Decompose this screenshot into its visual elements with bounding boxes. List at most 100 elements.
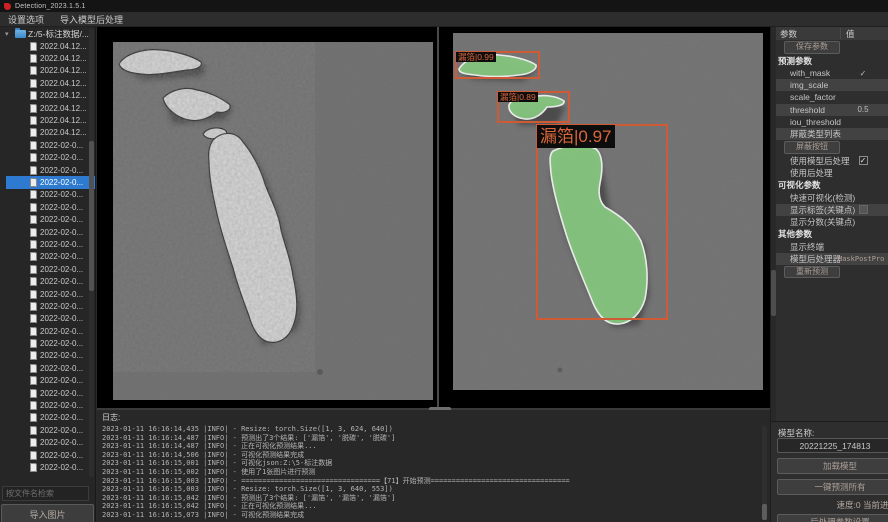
tree-item-label: 2022-02-0... [40, 351, 83, 360]
caret-down-icon[interactable]: ▾ [5, 30, 13, 38]
param-label: iou_threshold [776, 117, 841, 127]
tree-item-label: 2022.04.12... [40, 91, 87, 100]
file-icon [30, 364, 37, 373]
mask-types-button[interactable]: 屏蔽按钮 [784, 141, 840, 154]
tree-item[interactable]: 2022-02-0... [6, 313, 95, 325]
tree-item[interactable]: 2022-02-0... [6, 387, 95, 399]
tree-item[interactable]: 2022-02-0... [6, 139, 95, 151]
menu-item-1[interactable]: 设置选项 [8, 13, 44, 26]
import-images-button[interactable]: 导入图片 [1, 504, 94, 522]
tree-item[interactable]: 2022.04.12... [6, 77, 95, 89]
param-row[interactable]: 模型后处理器MaskPostPro [776, 253, 888, 265]
param-row[interactable]: 使用模型后处理✓ [776, 155, 888, 167]
tree-root-folder[interactable]: ▾ Z:/5-标注数据/... [0, 27, 95, 40]
param-label: 显示分数(关键点) [776, 216, 855, 228]
title-bar: Detection_2023.1.5.1 [0, 0, 888, 12]
source-image-panel[interactable] [113, 42, 433, 400]
param-row[interactable]: threshold0.5 [776, 104, 888, 116]
tree-item[interactable]: 2022-02-0... [6, 325, 95, 337]
file-icon [30, 438, 37, 447]
tree-item[interactable]: 2022-02-0... [6, 164, 95, 176]
detection-label: 漏箔|0.89 [498, 92, 538, 102]
log-line: 2023-01-11 16:16:14,487 |INFO| - 预测出了3个结… [102, 434, 770, 443]
tree-scrollbar-thumb[interactable] [89, 141, 94, 291]
app-icon [4, 3, 11, 10]
postprocess-settings-button[interactable]: 后处理参数设置 [777, 514, 888, 522]
param-row[interactable]: 快速可视化(检测) [776, 192, 888, 204]
tree-item[interactable]: 2022-02-0... [6, 300, 95, 312]
tree-item[interactable]: 2022-02-0... [6, 461, 95, 473]
tree-item-label: 2022-02-0... [40, 240, 83, 249]
param-row[interactable]: with_mask✓ [776, 67, 888, 79]
log-output[interactable]: 2023-01-11 16:16:14,435 |INFO| - Resize:… [102, 425, 770, 520]
tree-item[interactable]: 2022.04.12... [6, 65, 95, 77]
detection-box [536, 124, 668, 320]
param-row[interactable]: 显示标签(关键点) [776, 204, 888, 216]
tree-item[interactable]: 2022-02-0... [6, 362, 95, 374]
tree-item[interactable]: 2022.04.12... [6, 102, 95, 114]
tree-item[interactable]: 2022-02-0... [6, 275, 95, 287]
tree-item-label: 2022.04.12... [40, 116, 87, 125]
viewer-divider [437, 27, 439, 408]
param-row[interactable]: 显示终端 [776, 241, 888, 253]
log-line: 2023-01-11 16:16:15,002 |INFO| - 使用了1张图片… [102, 468, 770, 477]
source-image [113, 42, 433, 400]
tree-root-label: Z:/5-标注数据/... [28, 28, 89, 40]
tree-item[interactable]: 2022-02-0... [6, 412, 95, 424]
file-icon [30, 327, 37, 336]
predict-all-button[interactable]: 一键预测所有 [777, 479, 888, 495]
save-params-button[interactable]: 保存参数 [784, 41, 840, 54]
tree-item[interactable]: 2022-02-0... [6, 399, 95, 411]
tree-item[interactable]: 2022-02-0... [6, 337, 95, 349]
tree-item[interactable]: 2022-02-0... [6, 226, 95, 238]
filename-search-input[interactable] [2, 486, 89, 501]
checkbox[interactable]: ✓ [859, 156, 868, 165]
tree-item[interactable]: 2022.04.12... [6, 90, 95, 102]
tree-item-label: 2022-02-0... [40, 314, 83, 323]
tree-item[interactable]: 2022-02-0... [6, 176, 95, 188]
tree-item-label: 2022-02-0... [40, 302, 83, 311]
log-line: 2023-01-11 16:16:15,003 |INFO| - Resize:… [102, 485, 770, 494]
tree-item[interactable]: 2022-02-0... [6, 424, 95, 436]
param-row[interactable]: img_scale [776, 79, 888, 91]
tree-item[interactable]: 2022.04.12... [6, 127, 95, 139]
tree-item[interactable]: 2022-02-0... [6, 449, 95, 461]
tree-item[interactable]: 2022.04.12... [6, 40, 95, 52]
tree-item[interactable]: 2022-02-0... [6, 288, 95, 300]
tree-item[interactable]: 2022.04.12... [6, 52, 95, 64]
menu-item-2[interactable]: 导入模型后处理 [60, 13, 123, 26]
prediction-image-panel[interactable]: 漏箔|0.99漏箔|0.89漏箔|0.97 [453, 33, 763, 390]
tree-item[interactable]: 2022-02-0... [6, 251, 95, 263]
file-icon [30, 79, 37, 88]
tree-item[interactable]: 2022-02-0... [6, 213, 95, 225]
log-line: 2023-01-11 16:16:14,487 |INFO| - 正在可视化预测… [102, 442, 770, 451]
file-icon [30, 463, 37, 472]
model-name-field[interactable]: 20221225_174813 [777, 438, 888, 453]
checkbox[interactable] [859, 205, 868, 214]
param-row[interactable]: scale_factor [776, 91, 888, 103]
tree-scrollbar[interactable] [89, 29, 94, 477]
param-row[interactable]: 使用后处理 [776, 167, 888, 179]
tree-item[interactable]: 2022.04.12... [6, 114, 95, 126]
tree-item[interactable]: 2022-02-0... [6, 201, 95, 213]
tree-item[interactable]: 2022-02-0... [6, 189, 95, 201]
tree-item[interactable]: 2022-02-0... [6, 263, 95, 275]
param-row[interactable]: iou_threshold [776, 116, 888, 128]
tree-item[interactable]: 2022-02-0... [6, 375, 95, 387]
file-icon [30, 451, 37, 460]
tree-item[interactable]: 2022-02-0... [6, 350, 95, 362]
log-scrollbar[interactable] [762, 426, 767, 520]
param-value [838, 205, 888, 214]
file-icon [30, 116, 37, 125]
file-icon [30, 413, 37, 422]
load-model-button[interactable]: 加载模型 [777, 458, 888, 474]
file-tree[interactable]: ▾ Z:/5-标注数据/... 2022.04.12...2022.04.12.… [0, 27, 95, 480]
param-row[interactable]: 显示分数(关键点) [776, 216, 888, 228]
tree-item[interactable]: 2022-02-0... [6, 238, 95, 250]
log-scrollbar-thumb[interactable] [762, 504, 767, 520]
param-row[interactable]: 屏蔽类型列表 [776, 128, 888, 140]
re-predict-button[interactable]: 重新预测 [784, 266, 840, 279]
tree-item[interactable]: 2022-02-0... [6, 152, 95, 164]
tree-item[interactable]: 2022-02-0... [6, 437, 95, 449]
log-panel: 日志: 2023-01-11 16:16:14,435 |INFO| - Res… [97, 410, 770, 522]
